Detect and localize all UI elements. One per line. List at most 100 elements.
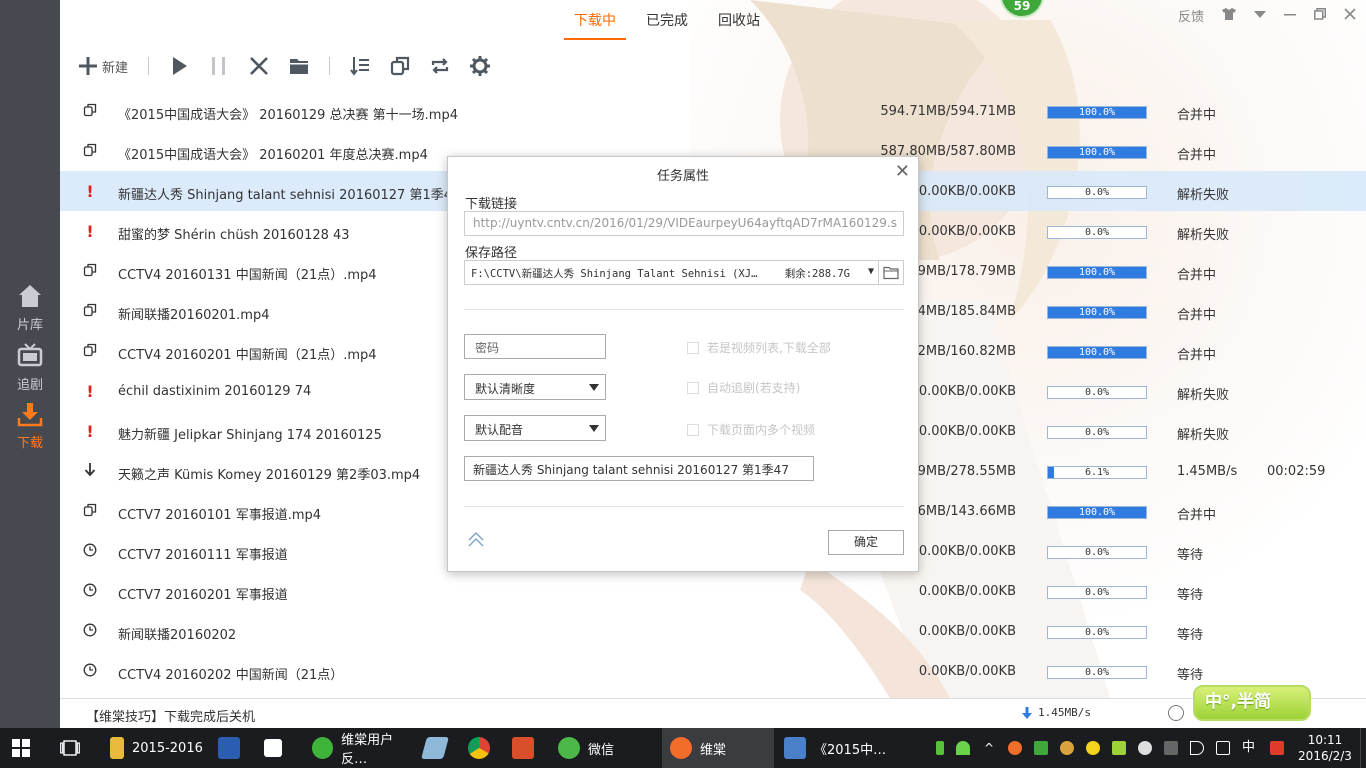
network-icon[interactable] xyxy=(1164,741,1178,755)
ime-status-bar[interactable]: 中°,半简 xyxy=(1193,685,1311,721)
start-button[interactable] xyxy=(169,56,189,76)
taskbar-app-word[interactable] xyxy=(218,728,248,768)
progress-percent: 100.0% xyxy=(1078,147,1116,158)
weitang-tray-icon[interactable] xyxy=(1008,741,1022,755)
download-icon xyxy=(17,402,43,426)
taskbar-app-store[interactable] xyxy=(264,728,294,768)
taskbar-app-wechat[interactable]: 微信 xyxy=(554,728,654,768)
copy-button[interactable] xyxy=(390,56,410,76)
download-arrow-icon xyxy=(82,463,98,481)
filename-input[interactable]: 新疆达人秀 Shinjang talant sehnisi 20160127 第… xyxy=(464,456,814,481)
rail-item-download[interactable]: 下载 xyxy=(0,396,60,454)
taskbar-app-weitang[interactable]: 维棠 xyxy=(662,728,774,768)
rail-item-follow[interactable]: 追剧 xyxy=(0,338,60,396)
battery-icon[interactable] xyxy=(936,741,944,755)
action-center-icon[interactable] xyxy=(1216,741,1230,755)
settings-button[interactable] xyxy=(470,56,491,76)
taskbar-app-player[interactable]: 《2015中… xyxy=(780,728,890,768)
start-button[interactable] xyxy=(12,728,42,768)
audio-select[interactable]: 默认配音 xyxy=(464,415,606,441)
table-row[interactable]: 新闻联播20160202 0.00KB/0.00KB 0.0% 等待 xyxy=(60,611,1366,651)
wechat-tray-icon[interactable] xyxy=(1138,741,1152,755)
dialog-divider xyxy=(464,506,904,507)
pause-button[interactable] xyxy=(209,56,229,76)
ime-indicator[interactable]: 中 xyxy=(1242,741,1258,755)
user-icon[interactable] xyxy=(1060,741,1074,755)
notification-badge[interactable]: 59 xyxy=(1000,0,1044,18)
task-name: 甜蜜的梦 Shérin chüsh 20160128 43 xyxy=(118,228,350,243)
menu-arrow-icon[interactable] xyxy=(1254,8,1266,23)
sogou-icon[interactable] xyxy=(1270,741,1284,755)
multi-video-checkbox[interactable]: 下载页面内多个视频 xyxy=(687,421,815,438)
task-size: 82MB/160.82MB xyxy=(909,344,1016,359)
collapse-up-icon[interactable] xyxy=(466,530,486,550)
quality-select[interactable]: 默认清晰度 xyxy=(464,374,606,400)
merge-icon xyxy=(82,343,98,361)
chevron-up-icon[interactable]: ^ xyxy=(982,741,996,755)
error-icon: ! xyxy=(86,222,94,241)
down-arrow-icon xyxy=(1022,707,1032,719)
sort-list-icon xyxy=(350,57,370,76)
new-task-button[interactable]: 新建 xyxy=(78,56,128,76)
download-all-checkbox[interactable]: 若是视频列表,下载全部 xyxy=(687,339,831,356)
task-status: 合并中 xyxy=(1177,348,1217,363)
plus-tray-icon[interactable] xyxy=(1086,741,1100,755)
delete-button[interactable] xyxy=(249,56,269,76)
progress-percent: 100.0% xyxy=(1078,267,1116,278)
tab-downloading[interactable]: 下载中 xyxy=(564,0,626,40)
ok-button[interactable]: 确定 xyxy=(828,530,904,555)
restore-icon[interactable] xyxy=(1314,7,1326,24)
wifi-icon[interactable] xyxy=(956,741,970,755)
taskbar-app-folder[interactable]: 2015-2016 xyxy=(104,728,204,768)
system-clock[interactable]: 10:11 2016/2/3 xyxy=(1290,732,1360,764)
progress-bar: 100.0% xyxy=(1047,346,1147,359)
security-icon[interactable] xyxy=(1034,741,1048,755)
auto-follow-checkbox[interactable]: 自动追剧(若支持) xyxy=(687,379,800,396)
merge-icon xyxy=(82,263,98,281)
task-view-button[interactable] xyxy=(60,728,86,768)
password-input[interactable]: 密码 xyxy=(464,334,606,359)
table-row[interactable]: 《2015中国成语大会》 20160129 总决赛 第十一场.mp4 594.71… xyxy=(60,91,1366,131)
show-desktop-button[interactable] xyxy=(1360,728,1366,768)
feedback-link[interactable]: 反馈 xyxy=(1178,6,1204,25)
taskbar-app-feedback[interactable]: 维棠用户反… xyxy=(306,728,416,768)
tip-text[interactable]: 【维棠技巧】下载完成后关机 xyxy=(86,706,255,725)
tab-recycle-bin[interactable]: 回收站 xyxy=(708,0,770,40)
chrome-icon xyxy=(468,737,490,759)
store-icon xyxy=(264,739,282,757)
repeat-icon xyxy=(431,58,449,74)
save-path-select[interactable]: F:\CCTV\新疆达人秀 Shinjang Talant Sehnisi (X… xyxy=(464,260,879,285)
windows-logo-icon xyxy=(12,739,30,757)
task-properties-dialog: 任务属性 ✕ 下载链接 http://uyntv.cntv.cn/2016/01… xyxy=(447,156,919,572)
progress-bar: 0.0% xyxy=(1047,586,1147,599)
task-name: 魅力新疆 Jelipkar Shinjang 174 20160125 xyxy=(118,428,382,443)
progress-bar: 0.0% xyxy=(1047,626,1147,639)
task-status: 合并中 xyxy=(1177,308,1217,323)
audio-value: 默认配音 xyxy=(475,423,524,437)
taskbar-app-label: 维棠用户反… xyxy=(341,733,394,767)
refresh-button[interactable] xyxy=(430,56,450,76)
task-size: 0.00KB/0.00KB xyxy=(918,424,1016,439)
browse-folder-button[interactable] xyxy=(879,260,904,285)
minimize-icon[interactable] xyxy=(1284,8,1296,24)
rail-item-library[interactable]: 片库 xyxy=(0,278,60,336)
open-folder-button[interactable] xyxy=(289,56,309,76)
taskbar-app-video[interactable] xyxy=(512,728,542,768)
tv-icon xyxy=(17,342,43,366)
taskbar-app-label: 微信 xyxy=(588,742,615,758)
table-row[interactable]: CCTV4 20160202 中国新闻（21点） 0.00KB/0.00KB 0.0… xyxy=(60,651,1366,691)
volume-icon[interactable] xyxy=(1190,741,1204,755)
sort-button[interactable] xyxy=(350,56,370,76)
close-icon[interactable] xyxy=(1344,7,1356,24)
skin-icon[interactable] xyxy=(1222,7,1236,24)
clock-icon[interactable] xyxy=(1168,705,1184,721)
taskbar-app-chrome[interactable] xyxy=(468,728,498,768)
ime-tray-icon[interactable] xyxy=(1112,741,1126,755)
status-footer: 【维棠技巧】下载完成后关机 1.45MB/s xyxy=(60,698,1366,728)
url-field[interactable]: http://uyntv.cntv.cn/2016/01/29/VIDEaurp… xyxy=(464,211,904,236)
task-name: 《2015中国成语大会》 20160201 年度总决赛.mp4 xyxy=(118,148,428,163)
close-icon[interactable]: ✕ xyxy=(895,161,910,182)
table-row[interactable]: CCTV7 20160201 军事报道 0.00KB/0.00KB 0.0% 等待 xyxy=(60,571,1366,611)
tab-completed[interactable]: 已完成 xyxy=(636,0,698,40)
taskbar-app-tablet[interactable] xyxy=(421,728,454,768)
